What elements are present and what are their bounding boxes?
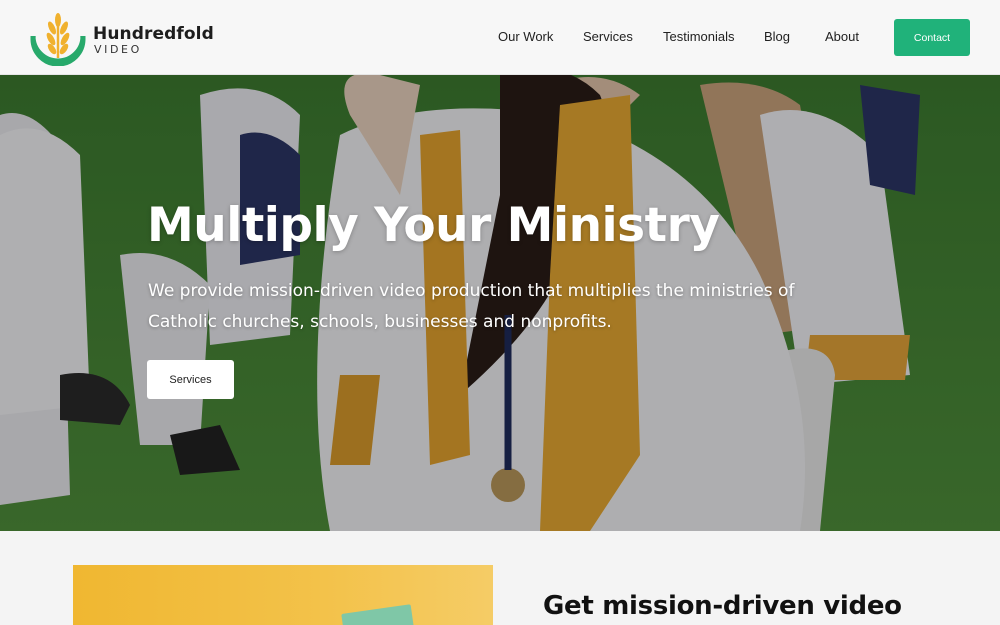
section-heading: Get mission-driven video (543, 591, 902, 621)
hero-services-button[interactable]: Services (147, 360, 234, 399)
hero-title: Multiply Your Ministry (147, 198, 720, 253)
logo[interactable]: Hundredfold VIDEO (30, 10, 230, 66)
contact-button[interactable]: Contact (894, 19, 970, 56)
nav-item-about[interactable]: About (825, 29, 859, 44)
nav-item-services[interactable]: Services (583, 29, 633, 44)
logo-name: Hundredfold (93, 24, 214, 44)
promo-image (73, 565, 493, 625)
nav-item-testimonials[interactable]: Testimonials (663, 29, 735, 44)
hero-description: We provide mission-driven video producti… (148, 281, 795, 332)
nav-item-blog[interactable]: Blog (764, 29, 790, 44)
site-header: Hundredfold VIDEO Our Work Services Test… (0, 0, 1000, 75)
promo-image-card (341, 604, 415, 625)
wheat-logo-icon (30, 10, 86, 66)
logo-subtitle: VIDEO (94, 43, 142, 56)
nav-item-our-work[interactable]: Our Work (498, 29, 553, 44)
mission-section: Get mission-driven video (0, 531, 1000, 625)
hero-section: Multiply Your Ministry We provide missio… (0, 75, 1000, 531)
